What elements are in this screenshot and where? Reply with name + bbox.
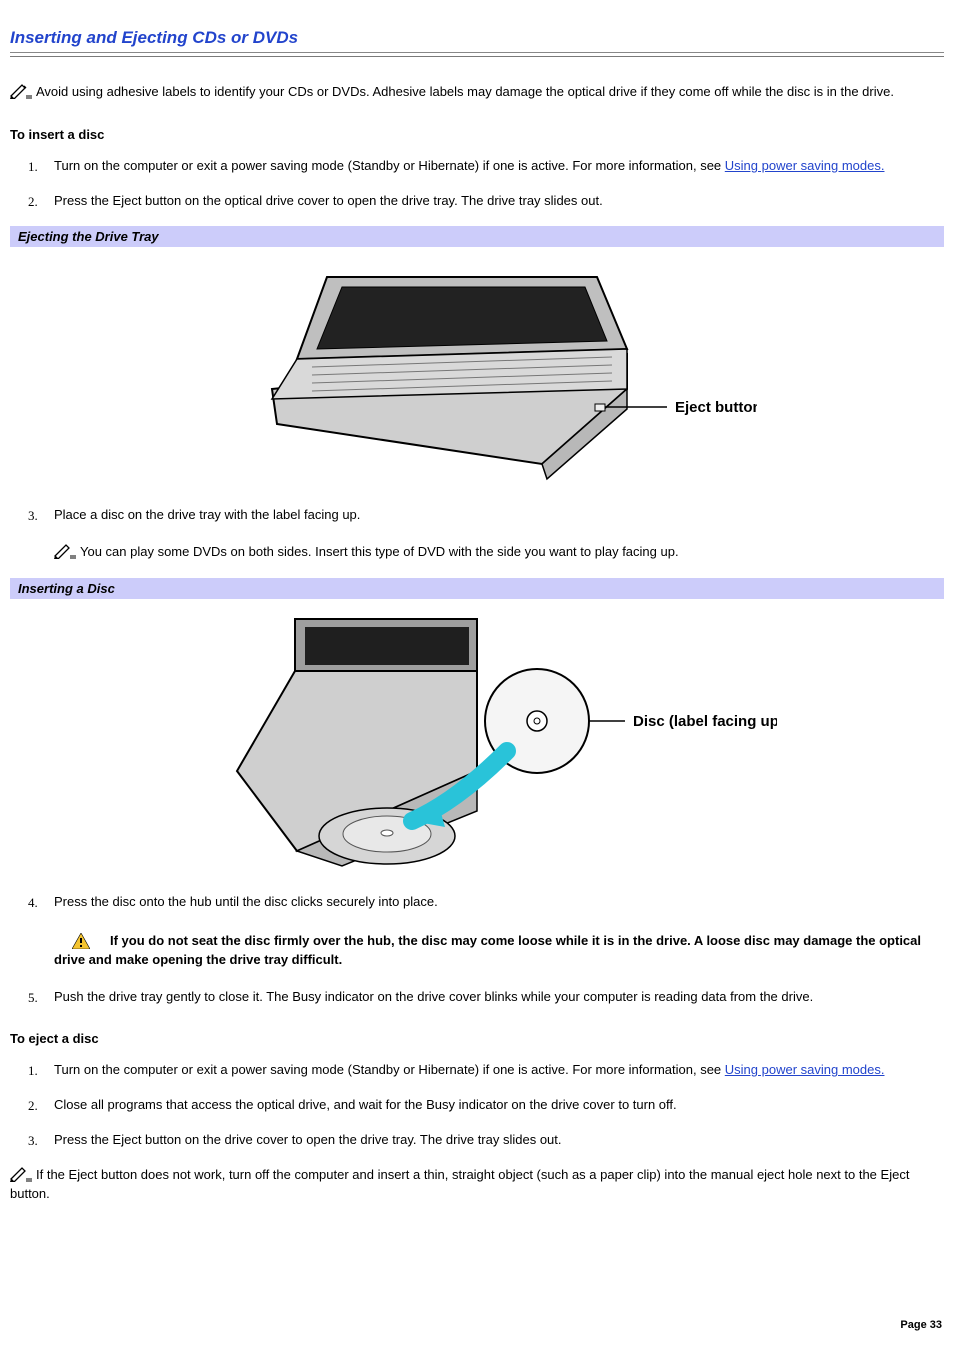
- step-number: 5.: [28, 989, 38, 1008]
- link-power-saving-modes[interactable]: Using power saving modes.: [725, 158, 885, 173]
- insert-step-2: 2. Press the Eject button on the optical…: [54, 192, 944, 211]
- insert-steps-cont: 3. Place a disc on the drive tray with t…: [32, 506, 944, 562]
- eject-end-note: If the Eject button does not work, turn …: [10, 1166, 944, 1204]
- title-rule: [10, 52, 944, 57]
- step-number: 1.: [28, 1062, 38, 1081]
- step-number: 4.: [28, 894, 38, 913]
- intro-text: Avoid using adhesive labels to identify …: [36, 84, 894, 99]
- eject-step-3: 3. Press the Eject button on the drive c…: [54, 1131, 944, 1150]
- figure-callout-disc: Disc (label facing up): [633, 713, 777, 730]
- step-text: Press the Eject button on the drive cove…: [54, 1132, 562, 1147]
- warning-icon: [72, 933, 90, 949]
- step-4-warning-text: If you do not seat the disc firmly over …: [54, 933, 921, 967]
- eject-steps: 1. Turn on the computer or exit a power …: [32, 1061, 944, 1150]
- insert-step-3: 3. Place a disc on the drive tray with t…: [54, 506, 944, 562]
- eject-step-2: 2. Close all programs that access the op…: [54, 1096, 944, 1115]
- step-text: Turn on the computer or exit a power sav…: [54, 1062, 725, 1077]
- section-label-insert: To insert a disc: [10, 126, 944, 145]
- link-power-saving-modes[interactable]: Using power saving modes.: [725, 1062, 885, 1077]
- eject-step-1: 1. Turn on the computer or exit a power …: [54, 1061, 944, 1080]
- eject-end-note-text: If the Eject button does not work, turn …: [10, 1167, 909, 1201]
- step-number: 2.: [28, 193, 38, 212]
- page-title: Inserting and Ejecting CDs or DVDs: [10, 28, 944, 48]
- step-text: Place a disc on the drive tray with the …: [54, 507, 360, 522]
- insert-steps-cont2: 4. Press the disc onto the hub until the…: [32, 893, 944, 1006]
- figure-caption-bar: Inserting a Disc: [10, 578, 944, 599]
- step-4-warning: If you do not seat the disc firmly over …: [54, 932, 944, 970]
- insert-step-1: 1. Turn on the computer or exit a power …: [54, 157, 944, 176]
- step-text: Press the disc onto the hub until the di…: [54, 894, 438, 909]
- page-number: Page 33: [900, 1319, 942, 1331]
- step-3-note-text: You can play some DVDs on both sides. In…: [80, 544, 679, 559]
- figure-insert-disc: Disc (label facing up): [10, 599, 944, 879]
- section-label-eject: To eject a disc: [10, 1030, 944, 1049]
- page: Inserting and Ejecting CDs or DVDs Avoid…: [0, 0, 954, 1351]
- step-text: Turn on the computer or exit a power sav…: [54, 158, 725, 173]
- step-3-note: You can play some DVDs on both sides. In…: [54, 543, 944, 562]
- insert-steps: 1. Turn on the computer or exit a power …: [32, 157, 944, 211]
- pencil-note-icon: [54, 543, 76, 559]
- step-number: 3.: [28, 507, 38, 526]
- step-text: Close all programs that access the optic…: [54, 1097, 677, 1112]
- intro-note: Avoid using adhesive labels to identify …: [10, 83, 944, 102]
- step-number: 1.: [28, 158, 38, 177]
- pencil-note-icon: [10, 1166, 32, 1182]
- insert-step-5: 5. Push the drive tray gently to close i…: [54, 988, 944, 1007]
- figure-callout-eject: Eject button: [675, 399, 757, 416]
- pencil-note-icon: [10, 83, 32, 99]
- step-text: Press the Eject button on the optical dr…: [54, 193, 603, 208]
- figure-eject-tray: Eject button: [10, 247, 944, 492]
- insert-step-4: 4. Press the disc onto the hub until the…: [54, 893, 944, 970]
- step-number: 3.: [28, 1132, 38, 1151]
- figure-caption-bar: Ejecting the Drive Tray: [10, 226, 944, 247]
- step-text: Push the drive tray gently to close it. …: [54, 989, 813, 1004]
- step-number: 2.: [28, 1097, 38, 1116]
